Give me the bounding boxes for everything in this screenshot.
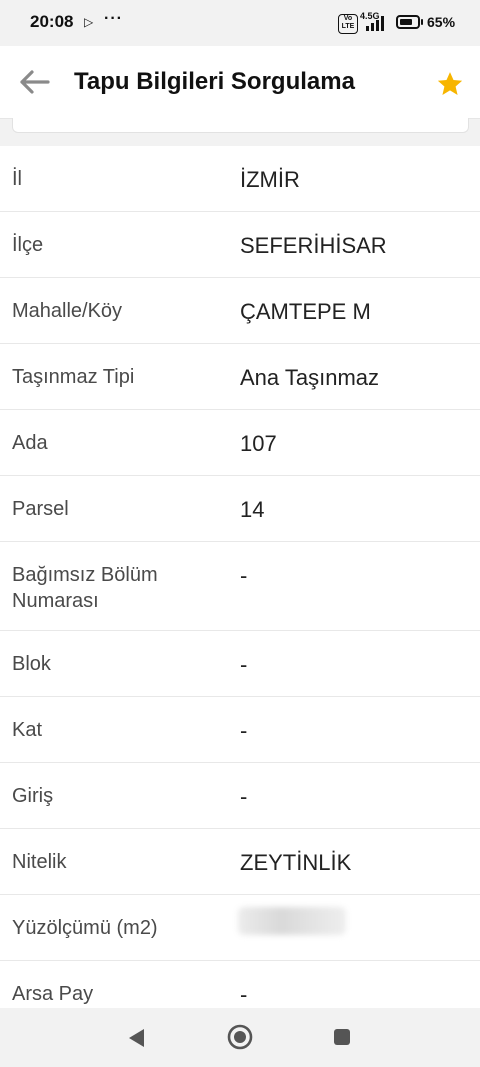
row-giris: Giriş - xyxy=(0,763,480,829)
battery-tip xyxy=(421,19,423,25)
card-peek xyxy=(12,118,469,133)
app-bar: Tapu Bilgileri Sorgulama xyxy=(0,46,480,119)
row-yuzolcumu: Yüzölçümü (m2) xyxy=(0,895,480,961)
row-bagimsiz-bolum: Bağımsız Bölüm Numarası - xyxy=(0,542,480,631)
row-label: Taşınmaz Tipi xyxy=(12,366,135,388)
row-value: - xyxy=(240,652,248,677)
system-nav-bar xyxy=(0,1008,480,1067)
more-notifications-icon: ··· xyxy=(104,10,123,27)
row-value: ZEYTİNLİK xyxy=(240,850,352,875)
play-cast-icon: ▷ xyxy=(84,15,94,29)
row-il: İl İZMİR xyxy=(0,146,480,212)
row-label: Nitelik xyxy=(12,851,67,873)
property-info-list: İl İZMİR İlçe SEFERİHİSAR Mahalle/Köy ÇA… xyxy=(0,146,480,1008)
square-recents-icon[interactable] xyxy=(332,1027,352,1047)
row-label: Blok xyxy=(12,653,51,675)
row-label: Kat xyxy=(12,719,43,741)
arrow-left-icon[interactable] xyxy=(18,68,50,96)
row-ada: Ada 107 xyxy=(0,410,480,476)
row-label: Arsa Pay xyxy=(12,983,94,1005)
page-title: Tapu Bilgileri Sorgulama xyxy=(74,68,355,95)
row-value: - xyxy=(240,718,248,743)
row-label: İlçe xyxy=(12,234,44,256)
row-value: - xyxy=(240,982,248,1007)
row-ilce: İlçe SEFERİHİSAR xyxy=(0,212,480,278)
signal-icon xyxy=(366,16,384,31)
row-parsel: Parsel 14 xyxy=(0,476,480,542)
row-label: Mahalle/Köy xyxy=(12,300,123,322)
battery-percent: 65% xyxy=(427,14,456,30)
row-nitelik: Nitelik ZEYTİNLİK xyxy=(0,829,480,895)
star-icon[interactable] xyxy=(436,70,464,98)
redacted-value xyxy=(238,907,346,935)
row-blok: Blok - xyxy=(0,631,480,697)
row-tasinmaz-tipi: Taşınmaz Tipi Ana Taşınmaz xyxy=(0,344,480,410)
row-value: İZMİR xyxy=(240,167,300,192)
row-arsa-pay: Arsa Pay - xyxy=(0,961,480,1008)
row-value: SEFERİHİSAR xyxy=(240,233,387,258)
status-time: 20:08 xyxy=(30,12,74,31)
row-mahalle: Mahalle/Köy ÇAMTEPE M xyxy=(0,278,480,344)
row-value: 107 xyxy=(240,431,277,456)
row-value: - xyxy=(240,784,248,809)
volte-icon: Vo LTE xyxy=(338,14,358,34)
row-label: Ada xyxy=(12,432,48,454)
row-label: Parsel xyxy=(12,498,69,520)
home-circle-icon[interactable] xyxy=(226,1023,254,1051)
row-value: ÇAMTEPE M xyxy=(240,299,371,324)
triangle-back-icon[interactable] xyxy=(124,1026,150,1050)
row-value: - xyxy=(240,563,248,588)
row-label: Yüzölçümü (m2) xyxy=(12,917,158,939)
row-kat: Kat - xyxy=(0,697,480,763)
battery-icon xyxy=(396,15,420,29)
row-label: İl xyxy=(12,168,22,190)
row-label: Bağımsız Bölüm Numarası xyxy=(12,564,158,612)
row-value: Ana Taşınmaz xyxy=(240,365,380,390)
row-label: Giriş xyxy=(12,785,54,807)
status-bar: 20:08 ▷ ··· Vo LTE 4.5G 65% xyxy=(0,0,480,46)
row-value: 14 xyxy=(240,497,265,522)
